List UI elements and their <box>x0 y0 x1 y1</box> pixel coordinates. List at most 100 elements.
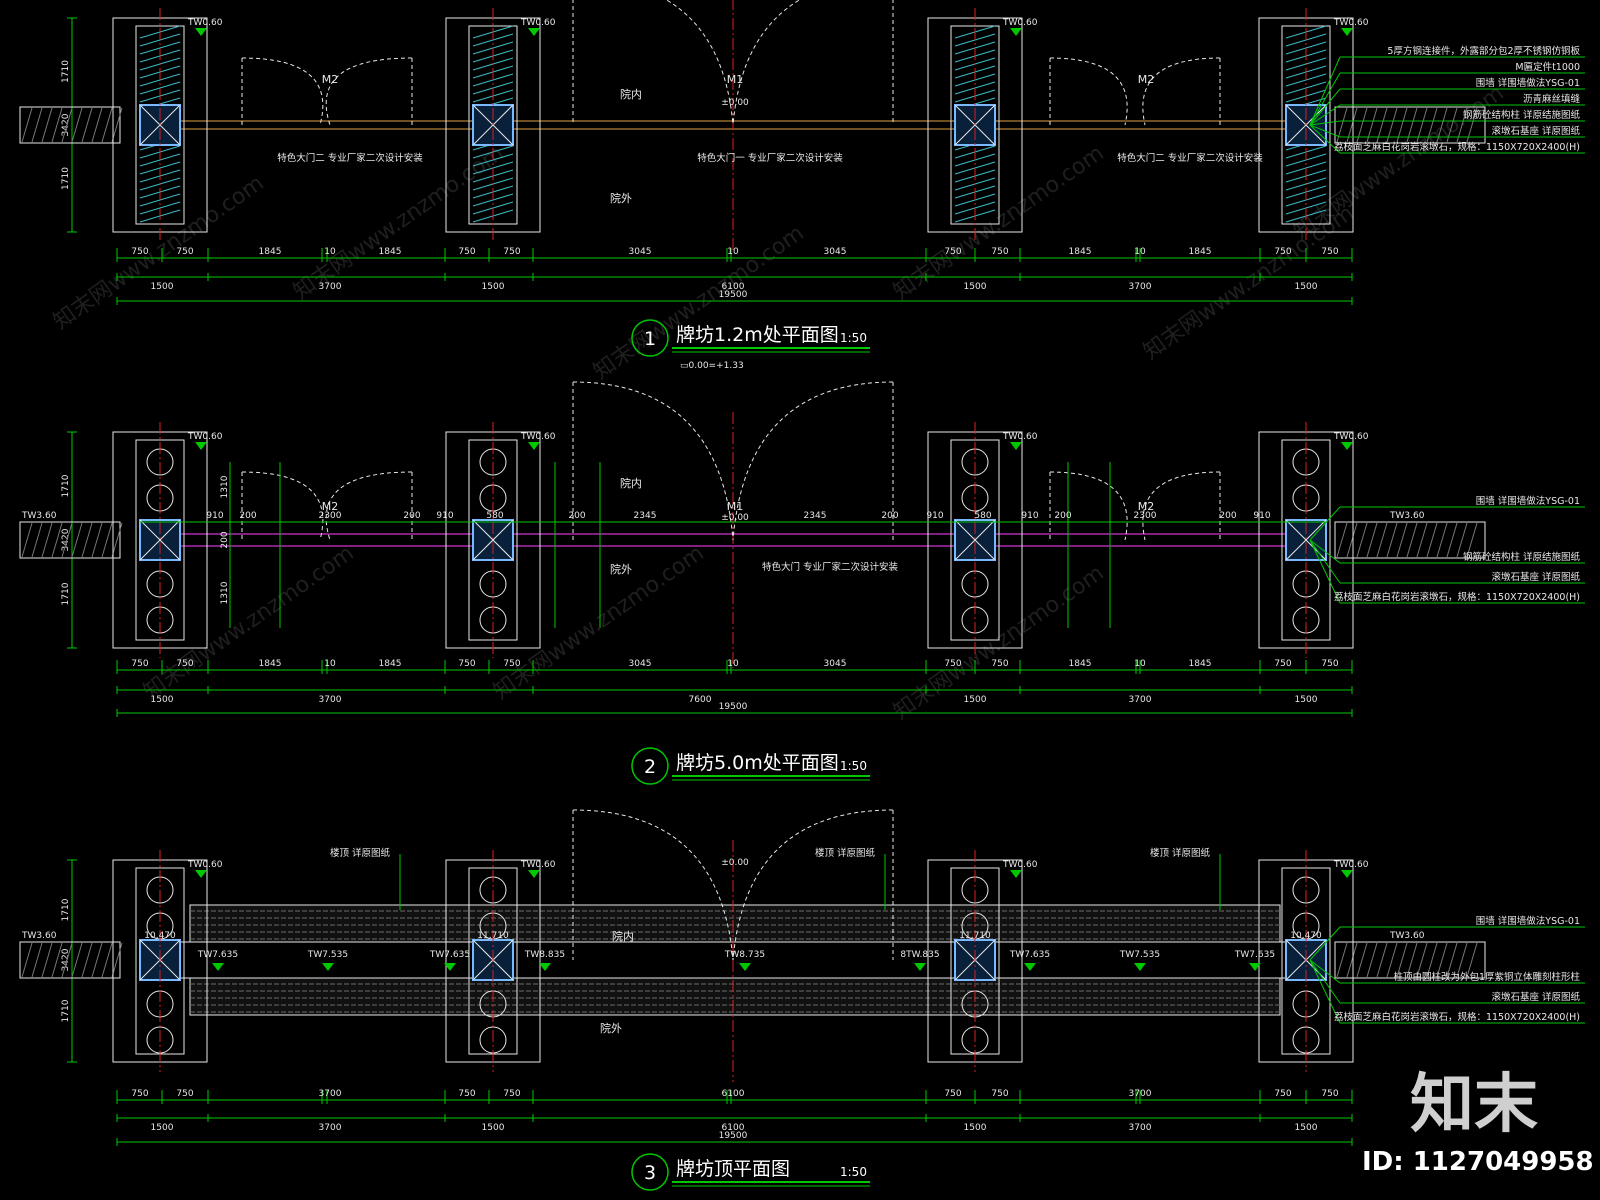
dimension-row-2-label: 1500 <box>482 1123 505 1133</box>
dimension-row-2-label: 1500 <box>151 695 174 705</box>
dimension-row-2-label: 1500 <box>1295 1123 1318 1133</box>
dimension-row-1-label: 750 <box>991 1089 1008 1099</box>
top-dimension-label: 200 <box>1219 511 1236 521</box>
title-number: 3 <box>644 1162 656 1184</box>
gate-mark-label: M1 <box>727 500 744 513</box>
dimension-row-1-label: 750 <box>991 659 1008 669</box>
top-dimension-label: 200 <box>403 511 420 521</box>
cad-drawing-canvas: 知末网www.znzmo.com 知末网www.znzmo.com 知末网www.z… <box>0 0 1600 1200</box>
inner-dimension-label: 200 <box>220 531 230 548</box>
dimension-row-1-label: 3045 <box>629 659 652 669</box>
dimension-row-1-label: 10 <box>1134 247 1146 257</box>
dimension-row-2-label: 7600 <box>689 695 712 705</box>
dimension-row-1-label: 750 <box>1321 659 1338 669</box>
dimension-row-1-label: 750 <box>458 1089 475 1099</box>
callout-label: 滚墩石基座 详原图纸 <box>1491 991 1580 1003</box>
callout-label: 围墙 详围墙做法YSG-01 <box>1476 495 1580 507</box>
level-tag-label: TW0.60 <box>1002 18 1038 28</box>
top-dimension-label: 910 <box>926 511 943 521</box>
callout-label: 滚墩石基座 详原图纸 <box>1491 571 1580 583</box>
dimension-row-1-label: 3045 <box>629 247 652 257</box>
dimension-row-1-label: 10 <box>324 659 336 669</box>
dimension-row-2-label: 1500 <box>964 695 987 705</box>
level-tag-label: TW0.60 <box>187 860 223 870</box>
inside-label: 院内 <box>612 929 634 943</box>
plan-scale: 1:50 <box>840 331 867 345</box>
ridge-level-label: TW7.535 <box>1119 950 1160 960</box>
dimension-row-2-label: 3700 <box>319 695 342 705</box>
top-dimension-label: 200 <box>568 511 585 521</box>
gate-mark-label: M1 <box>727 73 744 86</box>
dimension-row-1-label: 750 <box>1274 247 1291 257</box>
dimension-row-2-label: 3700 <box>319 282 342 292</box>
dimension-row-1-label: 6100 <box>722 1089 745 1099</box>
top-dimension-label: 2300 <box>1134 511 1157 521</box>
top-dimension-label: 200 <box>881 511 898 521</box>
callout-label: 围墙 详围墙做法YSG-01 <box>1476 915 1580 927</box>
top-dimension-label: 2300 <box>319 511 342 521</box>
top-dimension-label: 910 <box>1021 511 1038 521</box>
top-dimension-label: 580 <box>974 511 991 521</box>
dimension-row-1-label: 750 <box>944 1089 961 1099</box>
level-tag-label: TW0.60 <box>1333 18 1369 28</box>
dimension-row-2-label: 3700 <box>1129 1123 1152 1133</box>
brand-logo: 知末 <box>1410 1068 1538 1142</box>
dimension-row-1-label: 1845 <box>379 247 402 257</box>
outside-label: 院外 <box>610 562 632 576</box>
level-tag-label: TW0.60 <box>520 432 556 442</box>
outside-label: 院外 <box>600 1021 622 1035</box>
gate-note-label: 特色大门一 专业厂家二次设计安装 <box>697 152 843 164</box>
brand-logo-text: 知末 <box>1410 1068 1538 1142</box>
left-dimension-label: 1710 <box>61 167 71 190</box>
callout-label: M匾定件t1000 <box>1515 61 1580 73</box>
callout-label: 柱顶由圆柱改为外包1厚紫铜立体雕刻柱形柱 <box>1393 971 1580 983</box>
dimension-row-1-label: 10 <box>324 247 336 257</box>
dimension-total-label: 19500 <box>719 702 748 712</box>
left-dimension-label: 1710 <box>61 60 71 83</box>
ridge-level-label: TW7.635 <box>429 950 470 960</box>
top-dimension-label: 200 <box>1054 511 1071 521</box>
dimension-row-2-label: 1500 <box>964 1123 987 1133</box>
dimension-row-1-label: 750 <box>131 659 148 669</box>
callout-label: 荔枝面芝麻白花岗岩滚墩石，规格：1150X720X2400(H) <box>1334 591 1580 603</box>
dimension-row-2-label: 1500 <box>1295 282 1318 292</box>
callout-label: 围墙 详围墙做法YSG-01 <box>1476 77 1580 89</box>
gate-note-label: 特色大门二 专业厂家二次设计安装 <box>277 152 423 164</box>
dimension-row-2-label: 3700 <box>319 1123 342 1133</box>
pillar-top-level: 11.710 <box>477 931 509 941</box>
dimension-row-1-label: 1845 <box>1069 659 1092 669</box>
roof-note-label: 楼顶 详原图纸 <box>330 847 391 859</box>
gate-mark-label: M2 <box>322 73 339 86</box>
pillar-top-level: 10.470 <box>144 931 176 941</box>
dimension-row-1-label: 10 <box>1134 659 1146 669</box>
level-tag-label: TW0.60 <box>187 18 223 28</box>
roof-note-label: 楼顶 详原图纸 <box>815 847 876 859</box>
top-dimension-label: 580 <box>486 511 503 521</box>
ridge-level-label: TW8.735 <box>724 950 765 960</box>
level-tag-label: TW0.60 <box>1002 860 1038 870</box>
dimension-row-1-label: 750 <box>458 247 475 257</box>
dimension-row-1-label: 1845 <box>1189 247 1212 257</box>
title-number: 1 <box>644 328 656 350</box>
top-dimension-label: 910 <box>206 511 223 521</box>
center-level-label: ±0.00 <box>721 858 749 868</box>
dimension-row-1-label: 750 <box>1274 659 1291 669</box>
left-dimension-label: 1710 <box>61 474 71 497</box>
dimension-row-1-label: 10 <box>727 247 739 257</box>
dimension-row-1-label: 750 <box>1321 1089 1338 1099</box>
dimension-row-1-label: 750 <box>944 659 961 669</box>
top-dimension-label: 2345 <box>804 511 827 521</box>
outside-label: 院外 <box>610 191 632 205</box>
dimension-row-1-label: 1845 <box>259 659 282 669</box>
center-level-label: ±0.00 <box>721 98 749 108</box>
level-tag-label: TW0.60 <box>187 432 223 442</box>
callout-label: 荔枝面芝麻白花岗岩滚墩石，规格：1150X720X2400(H) <box>1334 141 1580 153</box>
left-dimension-label: 1710 <box>61 582 71 605</box>
dimension-row-2-label: 1500 <box>964 282 987 292</box>
dimension-row-1-label: 3700 <box>1129 1089 1152 1099</box>
side-level-right: TW3.60 <box>1389 931 1425 941</box>
dimension-row-1-label: 3045 <box>824 247 847 257</box>
dimension-row-1-label: 3700 <box>319 1089 342 1099</box>
title-number: 2 <box>644 756 656 778</box>
plan-title: 牌坊5.0m处平面图 <box>676 752 839 774</box>
